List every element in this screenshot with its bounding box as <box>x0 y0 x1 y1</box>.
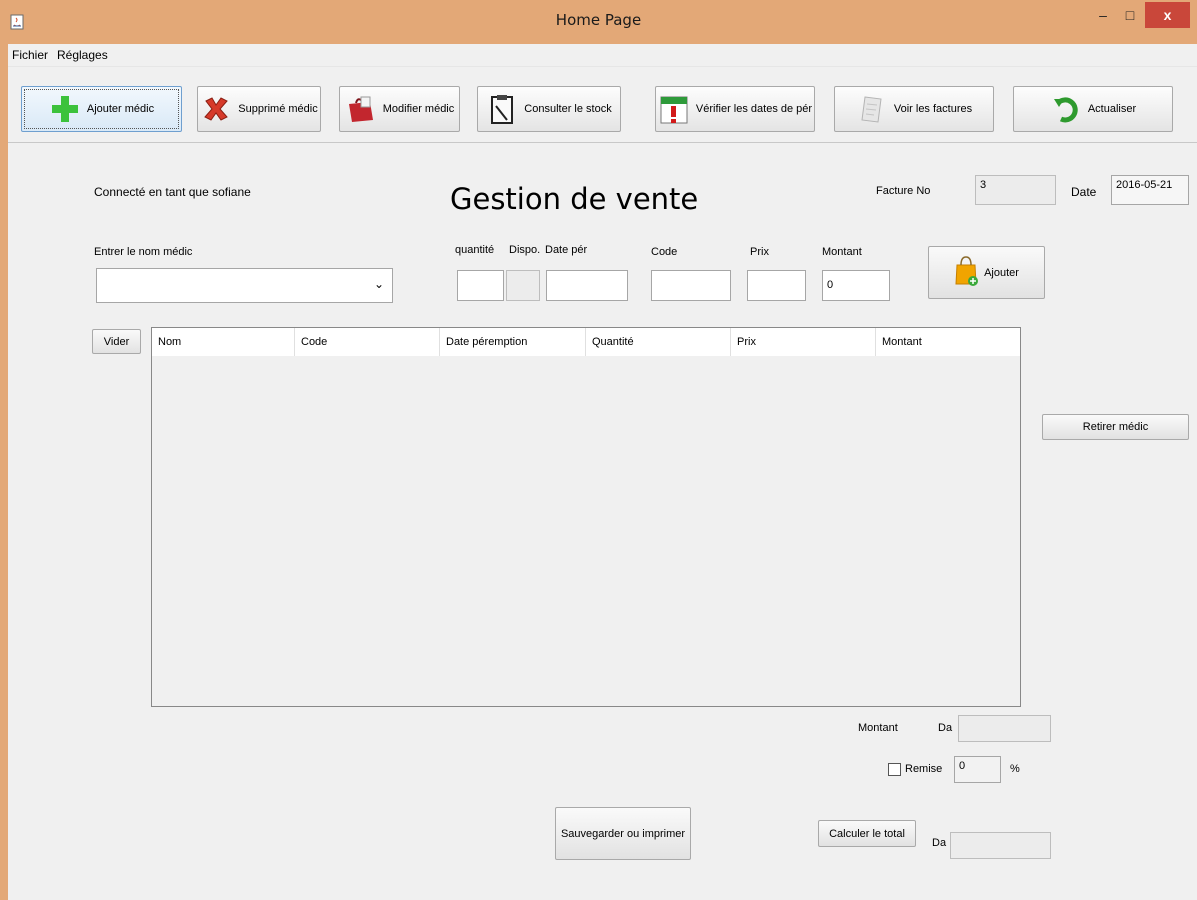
montant-label: Montant <box>858 722 898 734</box>
quantite-input[interactable] <box>457 270 504 301</box>
column-nom[interactable]: Nom <box>152 328 295 356</box>
supprime-medic-label: Supprimé médic <box>238 103 318 115</box>
column-quantite[interactable]: Quantité <box>586 328 731 356</box>
items-table: Nom Code Date péremption Quantité Prix M… <box>151 327 1021 707</box>
ajouter-medic-label: Ajouter médic <box>86 103 155 115</box>
medic-name-combobox[interactable]: ⌄ <box>96 268 393 303</box>
red-x-icon <box>200 93 232 125</box>
total-field <box>950 832 1051 859</box>
date-per-input[interactable] <box>546 270 628 301</box>
vider-button[interactable]: Vider <box>92 329 141 354</box>
prix-input[interactable] <box>747 270 806 301</box>
remise-checkbox[interactable] <box>888 763 901 776</box>
main-window: Fichier Réglages Ajouter médic Supprimé … <box>8 44 1197 900</box>
consulter-stock-label: Consulter le stock <box>524 103 612 115</box>
montant-currency-label: Da <box>938 722 953 734</box>
column-code[interactable]: Code <box>295 328 440 356</box>
calendar-icon <box>658 93 690 125</box>
green-plus-icon <box>49 93 81 125</box>
dispo-field <box>506 270 540 301</box>
voir-factures-label: Voir les factures <box>893 103 973 115</box>
shopping-bag-icon <box>954 256 979 289</box>
percent-label: % <box>1010 763 1020 775</box>
date-per-label: Date pér <box>545 244 588 256</box>
column-date-peremption[interactable]: Date péremption <box>440 328 586 356</box>
column-prix[interactable]: Prix <box>731 328 876 356</box>
title-bar: Home Page – □ x <box>0 0 1197 44</box>
prix-label: Prix <box>750 246 769 258</box>
menu-bar: Fichier Réglages <box>8 44 1197 67</box>
ajouter-medic-button[interactable]: Ajouter médic <box>21 86 182 132</box>
minimize-button[interactable]: – <box>1090 2 1116 28</box>
maximize-button[interactable]: □ <box>1117 2 1143 28</box>
verifier-dates-button[interactable]: Vérifier les dates de pér <box>655 86 815 132</box>
page-title: Gestion de vente <box>450 182 699 216</box>
refresh-icon <box>1050 93 1082 125</box>
close-button[interactable]: x <box>1145 2 1190 28</box>
retirer-medic-button[interactable]: Retirer médic <box>1042 414 1189 440</box>
calculer-total-button[interactable]: Calculer le total <box>818 820 916 847</box>
montant-input[interactable]: 0 <box>822 270 890 301</box>
total-currency-label: Da <box>932 837 947 849</box>
date-field: 2016-05-21 <box>1111 175 1189 205</box>
menu-reglages[interactable]: Réglages <box>57 48 108 62</box>
montant-field-label: Montant <box>822 246 862 258</box>
column-montant[interactable]: Montant <box>876 328 1020 356</box>
clipboard-icon <box>486 93 518 125</box>
facture-number-field: 3 <box>975 175 1056 205</box>
chevron-down-icon[interactable]: ⌄ <box>374 277 384 291</box>
medic-name-label: Entrer le nom médic <box>94 246 193 258</box>
remise-input[interactable]: 0 <box>954 756 1001 783</box>
verifier-dates-label: Vérifier les dates de pér <box>695 103 813 115</box>
dispo-label: Dispo. <box>509 244 541 256</box>
remise-label: Remise <box>905 763 943 775</box>
modifier-medic-button[interactable]: Modifier médic <box>339 86 460 132</box>
connected-label: Connecté en tant que sofiane <box>94 185 251 199</box>
date-label: Date <box>1071 185 1097 199</box>
actualiser-button[interactable]: Actualiser <box>1013 86 1173 132</box>
red-bag-icon <box>345 93 377 125</box>
consulter-stock-button[interactable]: Consulter le stock <box>477 86 621 132</box>
actualiser-label: Actualiser <box>1087 103 1137 115</box>
sauvegarder-button[interactable]: Sauvegarder ou imprimer <box>555 807 691 860</box>
ajouter-button[interactable]: Ajouter <box>928 246 1045 299</box>
window-title: Home Page <box>555 11 642 29</box>
code-input[interactable] <box>651 270 731 301</box>
supprime-medic-button[interactable]: Supprimé médic <box>197 86 321 132</box>
code-label: Code <box>651 246 678 258</box>
toolbar-separator <box>8 142 1197 143</box>
modifier-medic-label: Modifier médic <box>382 103 455 115</box>
montant-total-field <box>958 715 1051 742</box>
ajouter-label: Ajouter <box>984 266 1019 279</box>
receipt-icon <box>856 93 888 125</box>
table-header: Nom Code Date péremption Quantité Prix M… <box>152 328 1020 356</box>
voir-factures-button[interactable]: Voir les factures <box>834 86 994 132</box>
quantite-label: quantité <box>455 244 495 256</box>
menu-fichier[interactable]: Fichier <box>12 48 48 62</box>
facture-label: Facture No <box>876 185 931 197</box>
